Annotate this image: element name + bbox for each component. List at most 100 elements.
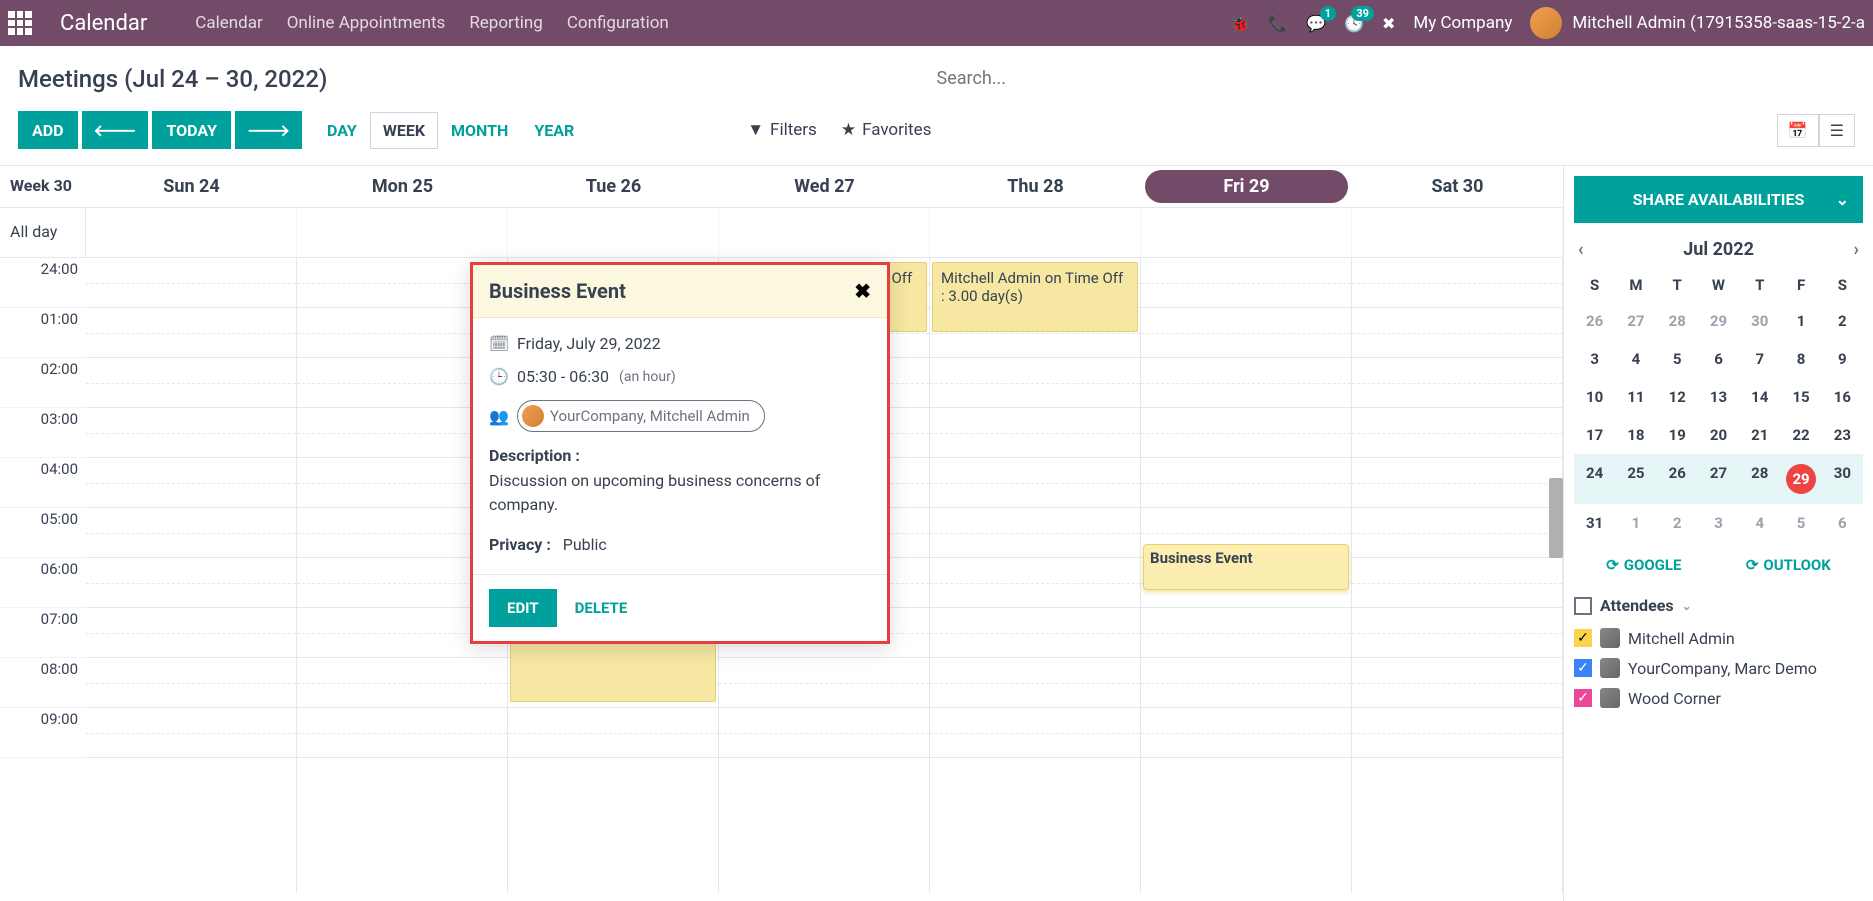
time-slot[interactable] — [1352, 658, 1562, 708]
allday-cell[interactable] — [1352, 208, 1563, 257]
company-label[interactable]: My Company — [1413, 13, 1512, 33]
sync-google[interactable]: ⟳GOOGLE — [1606, 556, 1681, 574]
time-slot[interactable] — [86, 558, 296, 608]
mini-cal-day[interactable]: 17 — [1574, 416, 1615, 454]
filters-button[interactable]: ▼Filters — [747, 120, 817, 140]
add-button[interactable]: ADD — [18, 111, 78, 149]
time-slot[interactable] — [1141, 708, 1351, 758]
mini-cal-day[interactable]: 16 — [1822, 378, 1863, 416]
favorites-button[interactable]: ★Favorites — [841, 120, 932, 140]
day-col-thu[interactable]: Mitchell Admin on Time Off : 3.00 day(s) — [930, 258, 1141, 893]
mini-cal-day[interactable]: 15 — [1780, 378, 1821, 416]
mini-cal-day[interactable]: 9 — [1822, 340, 1863, 378]
mini-cal-day[interactable]: 26 — [1657, 454, 1698, 504]
time-slot[interactable] — [1141, 258, 1351, 308]
mini-cal-day[interactable]: 18 — [1615, 416, 1656, 454]
mini-cal-day[interactable]: 6 — [1822, 504, 1863, 542]
event-timeoff-thu[interactable]: Mitchell Admin on Time Off : 3.00 day(s) — [932, 262, 1138, 332]
mini-cal-day[interactable]: 11 — [1615, 378, 1656, 416]
close-icon[interactable]: ✖ — [854, 279, 871, 303]
time-slot[interactable] — [930, 408, 1140, 458]
mini-cal-day[interactable]: 4 — [1615, 340, 1656, 378]
time-slot[interactable] — [86, 358, 296, 408]
phone-icon[interactable]: 📞 — [1268, 14, 1288, 33]
next-button[interactable]: 🡒 — [235, 111, 302, 149]
bug-icon[interactable]: 🐞 — [1230, 14, 1250, 33]
view-year[interactable]: YEAR — [521, 112, 587, 149]
mini-cal-prev[interactable]: ‹ — [1578, 239, 1584, 260]
tools-icon[interactable]: ✖ — [1382, 14, 1395, 33]
day-header-mon[interactable]: Mon 25 — [297, 166, 508, 207]
view-month[interactable]: MONTH — [438, 112, 521, 149]
time-slot[interactable] — [86, 658, 296, 708]
time-slot[interactable] — [297, 708, 507, 758]
allday-cell[interactable] — [508, 208, 719, 257]
time-slot[interactable] — [1141, 308, 1351, 358]
time-slot[interactable] — [930, 458, 1140, 508]
view-day[interactable]: DAY — [314, 112, 370, 149]
time-slot[interactable] — [86, 508, 296, 558]
time-slot[interactable] — [1352, 608, 1562, 658]
scrollbar[interactable] — [1549, 478, 1563, 558]
allday-cell[interactable] — [1141, 208, 1352, 257]
day-header-sat[interactable]: Sat 30 — [1352, 166, 1563, 207]
calendar-view-button[interactable]: 📅 — [1777, 114, 1819, 147]
search-input[interactable] — [937, 60, 1856, 97]
allday-cell[interactable] — [86, 208, 297, 257]
time-slot[interactable] — [930, 608, 1140, 658]
attendee-checkbox[interactable]: ✓ — [1574, 689, 1592, 707]
mini-cal-day[interactable]: 4 — [1739, 504, 1780, 542]
mini-cal-day[interactable]: 25 — [1615, 454, 1656, 504]
time-slot[interactable] — [1352, 708, 1562, 758]
day-col-sun[interactable] — [86, 258, 297, 893]
time-slot[interactable] — [297, 658, 507, 708]
mini-cal-day[interactable]: 1 — [1615, 504, 1656, 542]
list-view-button[interactable]: ☰ — [1819, 114, 1855, 147]
day-header-thu[interactable]: Thu 28 — [930, 166, 1141, 207]
mini-cal-day[interactable]: 8 — [1780, 340, 1821, 378]
delete-button[interactable]: DELETE — [575, 599, 628, 617]
mini-cal-next[interactable]: › — [1854, 239, 1859, 260]
time-slot[interactable] — [1352, 308, 1562, 358]
time-slot[interactable] — [86, 408, 296, 458]
attendee-chip[interactable]: YourCompany, Mitchell Admin — [517, 400, 765, 432]
mini-cal-day[interactable]: 1 — [1780, 302, 1821, 340]
time-slot[interactable] — [1141, 458, 1351, 508]
mini-cal-day[interactable]: 6 — [1698, 340, 1739, 378]
messages-icon[interactable]: 💬1 — [1306, 14, 1326, 33]
mini-cal-day[interactable]: 27 — [1698, 454, 1739, 504]
sync-outlook[interactable]: ⟳OUTLOOK — [1746, 556, 1831, 574]
mini-cal-day[interactable]: 14 — [1739, 378, 1780, 416]
time-slot[interactable] — [930, 508, 1140, 558]
menu-calendar[interactable]: Calendar — [195, 13, 262, 33]
mini-cal-day[interactable]: 10 — [1574, 378, 1615, 416]
attendees-master-checkbox[interactable] — [1574, 597, 1592, 615]
mini-cal-day[interactable]: 24 — [1574, 454, 1615, 504]
mini-cal-day[interactable]: 29 — [1698, 302, 1739, 340]
edit-button[interactable]: EDIT — [489, 589, 557, 627]
day-col-sat[interactable] — [1352, 258, 1563, 893]
mini-cal-day[interactable]: 2 — [1822, 302, 1863, 340]
mini-cal-day[interactable]: 5 — [1657, 340, 1698, 378]
mini-cal-day[interactable]: 22 — [1780, 416, 1821, 454]
activity-icon[interactable]: 🕓39 — [1344, 14, 1364, 33]
time-slot[interactable] — [1352, 358, 1562, 408]
time-slot[interactable] — [1352, 258, 1562, 308]
attendee-checkbox[interactable]: ✓ — [1574, 659, 1592, 677]
day-header-wed[interactable]: Wed 27 — [719, 166, 930, 207]
mini-cal-day[interactable]: 5 — [1780, 504, 1821, 542]
menu-reporting[interactable]: Reporting — [469, 13, 543, 33]
day-header-fri[interactable]: Fri 29 — [1145, 170, 1348, 203]
allday-cell[interactable] — [930, 208, 1141, 257]
time-slot[interactable] — [1352, 408, 1562, 458]
chevron-down-icon[interactable]: ⌄ — [1682, 599, 1692, 613]
time-slot[interactable] — [1141, 658, 1351, 708]
time-slot[interactable] — [1141, 608, 1351, 658]
time-slot[interactable] — [1141, 408, 1351, 458]
time-slot[interactable] — [930, 708, 1140, 758]
prev-button[interactable]: 🡐 — [82, 111, 149, 149]
mini-cal-day[interactable]: 30 — [1822, 454, 1863, 504]
today-button[interactable]: TODAY — [152, 111, 231, 149]
time-slot[interactable] — [930, 358, 1140, 408]
time-slot[interactable] — [719, 708, 929, 758]
